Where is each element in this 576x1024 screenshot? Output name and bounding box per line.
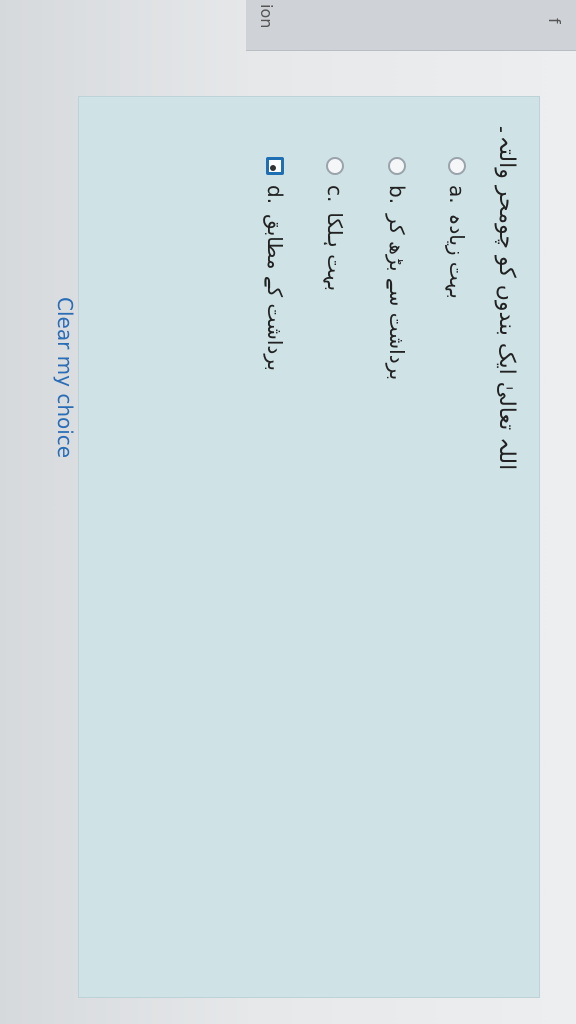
clear-my-choice-link[interactable]: Clear my choice xyxy=(53,297,77,458)
option-d-text: برداشت کے مطابق xyxy=(263,214,287,371)
question-text: اللہ تعالیٰ ایک بندوں کو چومحر والتہ۔ xyxy=(494,123,519,471)
option-d[interactable]: d. برداشت کے مطابق xyxy=(263,157,287,371)
radio-c-icon[interactable] xyxy=(326,157,344,175)
radio-d-selected-icon[interactable] xyxy=(266,157,284,175)
option-d-letter: d. xyxy=(263,185,287,205)
radio-b-icon[interactable] xyxy=(388,157,406,175)
left-side-panel: f ion xyxy=(246,0,576,51)
side-label-top: f xyxy=(545,18,564,24)
option-c-letter: c. xyxy=(323,185,347,203)
option-b[interactable]: b. برداشت سے بڑھ کر xyxy=(385,157,409,380)
option-b-text: برداشت سے بڑھ کر xyxy=(385,214,409,381)
option-a-letter: a. xyxy=(445,185,469,204)
option-c[interactable]: c. بہت ہلکا xyxy=(323,157,347,291)
question-box: اللہ تعالیٰ ایک بندوں کو چومحر والتہ۔ a.… xyxy=(53,96,540,998)
option-b-letter: b. xyxy=(385,185,409,205)
radio-a-icon[interactable] xyxy=(448,157,466,175)
rotated-screen: f ion اللہ تعالیٰ ایک بندوں کو چومحر وال… xyxy=(0,0,576,1024)
option-c-text: بہت ہلکا xyxy=(323,212,347,292)
option-a-text: بہت زیادہ xyxy=(445,213,469,299)
option-a[interactable]: a. بہت زیادہ xyxy=(445,157,469,299)
side-label-bottom: ion xyxy=(257,4,276,29)
